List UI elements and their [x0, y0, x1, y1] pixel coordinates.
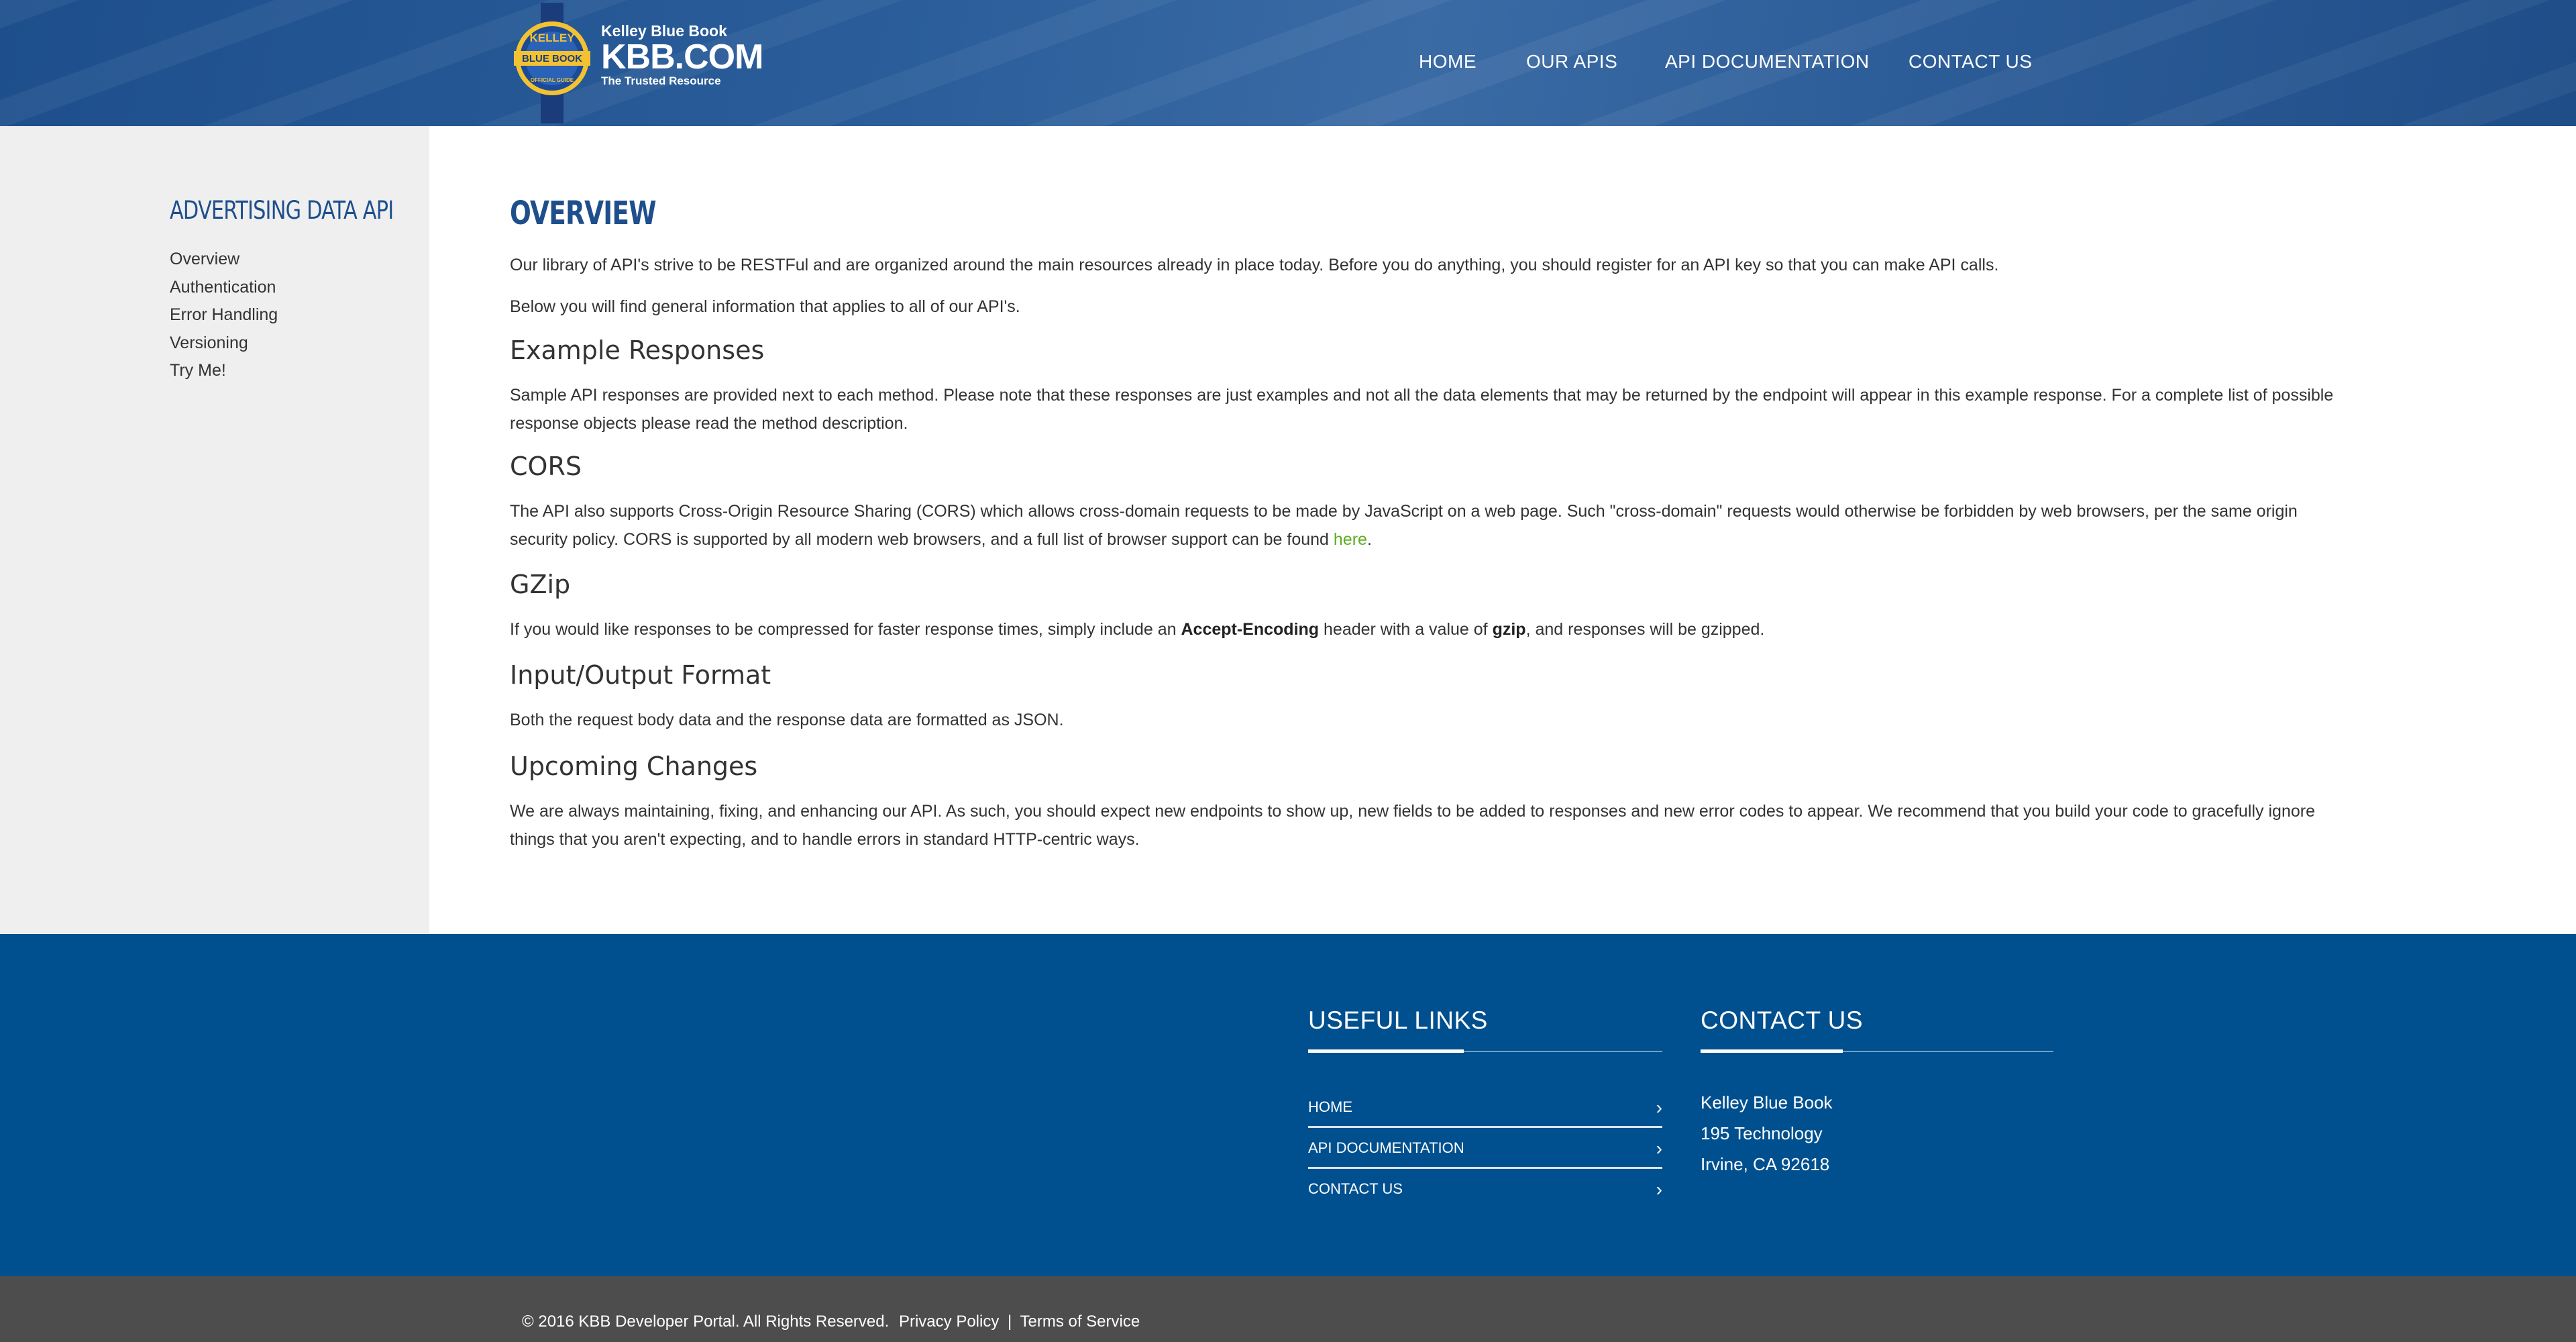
gzip-header-name: Accept-Encoding: [1181, 620, 1320, 639]
footer-link-home-label: HOME: [1308, 1098, 1352, 1115]
gzip-paragraph: If you would like responses to be compre…: [510, 615, 2428, 643]
section-title-cors: CORS: [510, 452, 582, 481]
sidebar-item-versioning[interactable]: Versioning: [170, 329, 278, 358]
site-header: BLUE BOOK KELLEY OFFICIAL GUIDE Kelley B…: [0, 0, 2576, 126]
chevron-right-icon: ›: [1656, 1138, 1662, 1159]
footer-link-api-documentation[interactable]: API DOCUMENTATION ›: [1308, 1129, 1662, 1169]
section-title-gzip: GZip: [510, 570, 571, 599]
gzip-text-mid: header with a value of: [1319, 620, 1493, 639]
gzip-value: gzip: [1492, 620, 1526, 639]
contact-us-title: CONTACT US: [1701, 1007, 1864, 1034]
footer-separator: |: [1008, 1312, 1012, 1331]
nav-contact-us[interactable]: CONTACT US: [1909, 51, 2032, 72]
copyright-text: © 2016 KBB Developer Portal. All Rights …: [522, 1312, 890, 1331]
cors-text: security policy. CORS is supported by al…: [510, 530, 1334, 549]
site-footer: USEFUL LINKS HOME › API DOCUMENTATION › …: [0, 934, 2576, 1276]
cors-line-2: security policy. CORS is supported by al…: [510, 525, 2428, 554]
intro-paragraph-1: Our library of API's strive to be RESTFu…: [510, 256, 1999, 274]
sidebar-title: ADVERTISING DATA API: [170, 196, 394, 225]
nav-api-documentation[interactable]: API DOCUMENTATION: [1665, 51, 1870, 72]
copyright-line: © 2016 KBB Developer Portal. All Rights …: [522, 1312, 1140, 1331]
chevron-right-icon: ›: [1656, 1179, 1662, 1200]
contact-address: Kelley Blue Book 195 Technology Irvine, …: [1701, 1087, 1833, 1180]
address-line-company: Kelley Blue Book: [1701, 1092, 1833, 1113]
svg-text:OFFICIAL GUIDE: OFFICIAL GUIDE: [531, 77, 574, 83]
top-nav: HOME OUR APIS API DOCUMENTATION CONTACT …: [0, 51, 2576, 78]
upcoming-changes-line-2: things that you aren't expecting, and to…: [510, 830, 1140, 849]
gzip-text-pre: If you would like responses to be compre…: [510, 620, 1181, 639]
example-responses-line-1: Sample API responses are provided next t…: [510, 386, 2334, 405]
cors-here-link[interactable]: here: [1334, 530, 1367, 549]
useful-links-accent: [1308, 1049, 1464, 1053]
input-output-paragraph: Both the request body data and the respo…: [510, 711, 1064, 729]
privacy-policy-link[interactable]: Privacy Policy: [899, 1312, 999, 1331]
nav-our-apis[interactable]: OUR APIS: [1526, 51, 1617, 72]
sidebar-nav: Overview Authentication Error Handling V…: [170, 246, 278, 385]
terms-of-service-link[interactable]: Terms of Service: [1020, 1312, 1140, 1331]
logo-small-text: Kelley Blue Book: [601, 22, 727, 40]
upcoming-changes-line-1: We are always maintaining, fixing, and e…: [510, 802, 2315, 821]
gzip-text-post: , and responses will be gzipped.: [1525, 620, 1765, 639]
sidebar-item-try-me[interactable]: Try Me!: [170, 357, 278, 385]
page-title: OVERVIEW: [510, 195, 657, 232]
section-title-upcoming-changes: Upcoming Changes: [510, 752, 758, 781]
footer-link-contact-us-label: CONTACT US: [1308, 1180, 1403, 1197]
footer-link-home[interactable]: HOME ›: [1308, 1088, 1662, 1128]
sidebar-item-authentication[interactable]: Authentication: [170, 274, 278, 302]
contact-us-accent: [1701, 1049, 1843, 1053]
chevron-right-icon: ›: [1656, 1097, 1662, 1118]
cors-period: .: [1366, 530, 1372, 549]
svg-text:KELLEY: KELLEY: [529, 32, 575, 44]
nav-home[interactable]: HOME: [1419, 51, 1477, 72]
bottom-bar: © 2016 KBB Developer Portal. All Rights …: [0, 1276, 2576, 1342]
footer-link-contact-us[interactable]: CONTACT US ›: [1308, 1170, 1662, 1210]
sidebar-item-error-handling[interactable]: Error Handling: [170, 301, 278, 329]
footer-link-api-documentation-label: API DOCUMENTATION: [1308, 1139, 1464, 1156]
address-line-street: 195 Technology: [1701, 1123, 1823, 1143]
cors-line-1: The API also supports Cross-Origin Resou…: [510, 502, 2298, 521]
useful-links-title: USEFUL LINKS: [1308, 1007, 1488, 1034]
section-title-example-responses: Example Responses: [510, 336, 765, 365]
example-responses-line-2: response objects please read the method …: [510, 414, 908, 433]
intro-paragraph-2: Below you will find general information …: [510, 297, 1020, 316]
section-title-input-output: Input/Output Format: [510, 660, 771, 690]
address-line-city: Irvine, CA 92618: [1701, 1154, 1830, 1174]
sidebar: ADVERTISING DATA API Overview Authentica…: [0, 126, 429, 934]
sidebar-item-overview[interactable]: Overview: [170, 246, 278, 274]
